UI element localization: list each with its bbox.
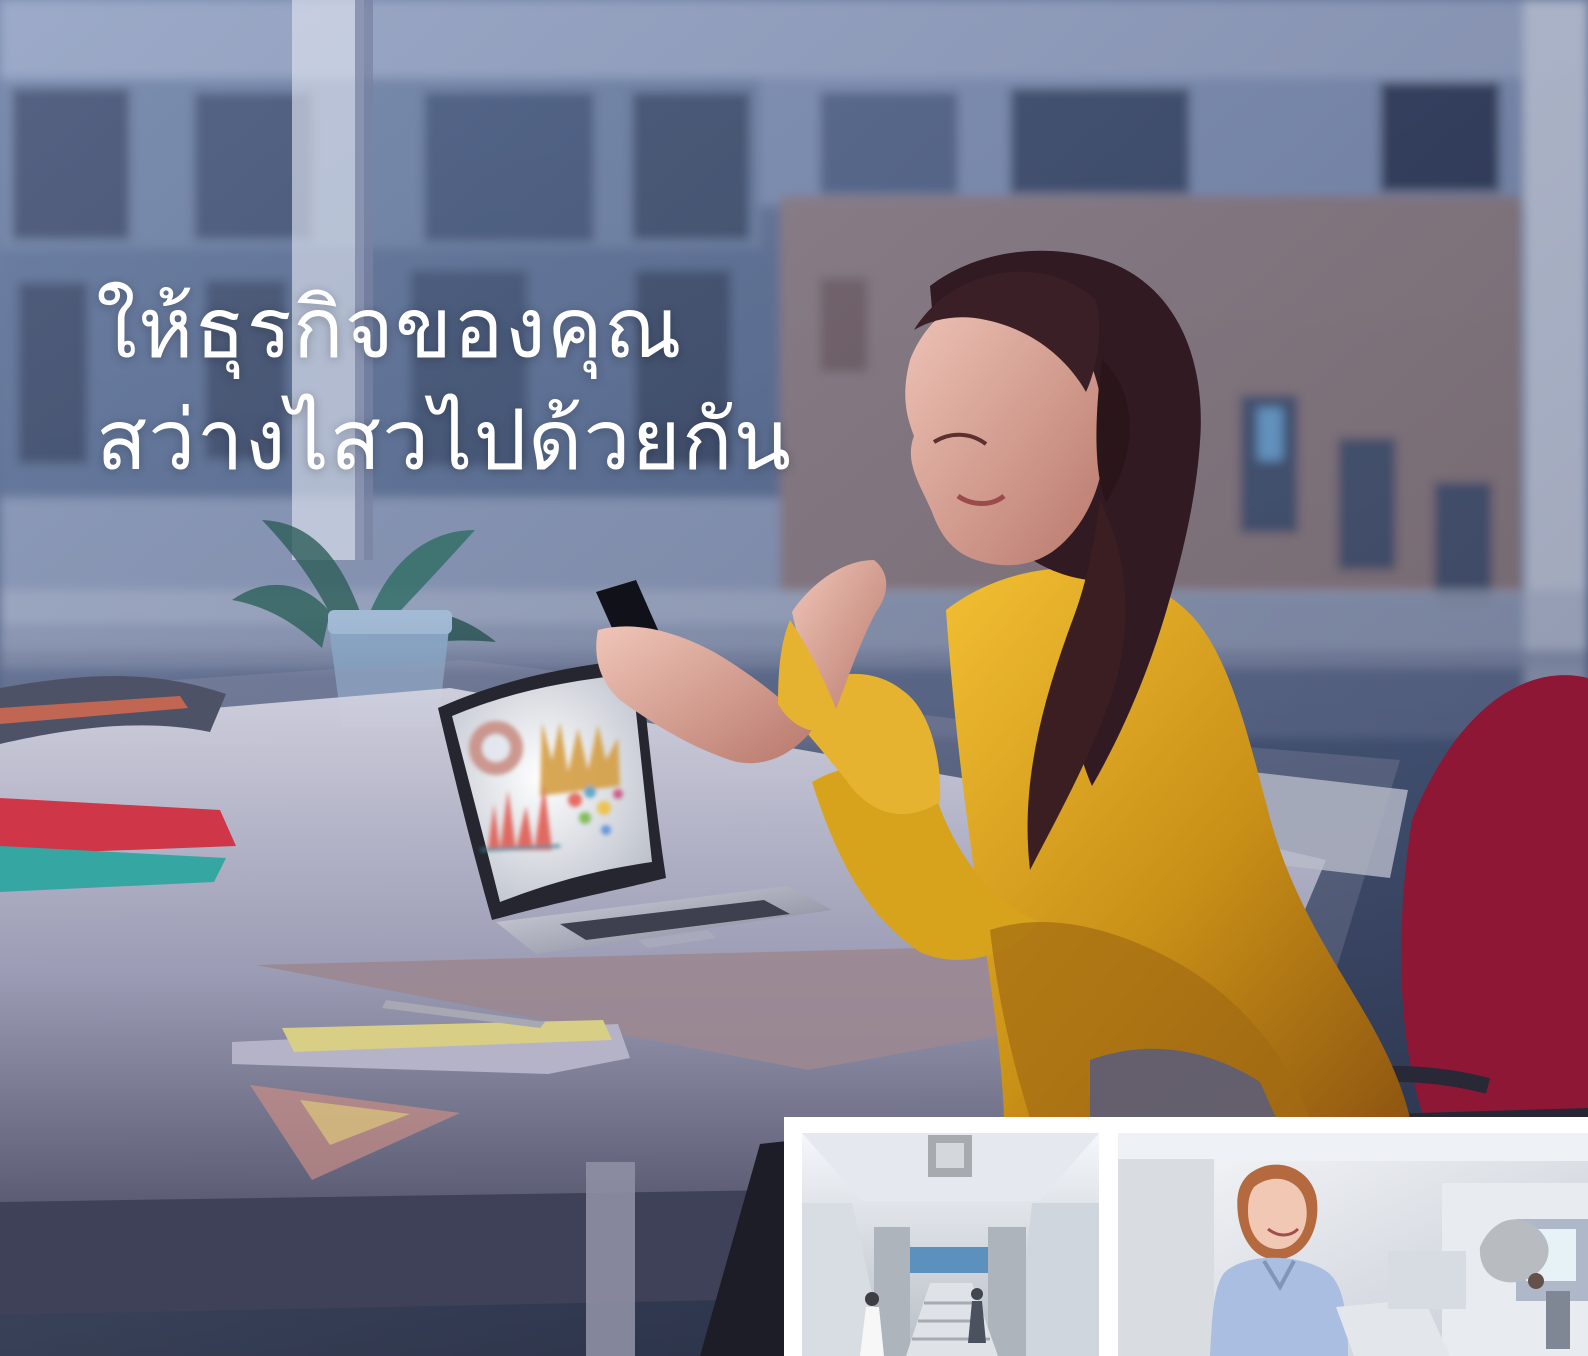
bright-lobby-image <box>802 1133 1099 1356</box>
hero-headline: ให้ธุรกิจของคุณ สว่างไสวไปด้วยกัน <box>96 272 916 496</box>
headline-line-2: สว่างไสวไปด้วยกัน <box>96 391 793 489</box>
headline-line-1: ให้ธุรกิจของคุณ <box>96 279 683 377</box>
office-hero-page: ให้ธุรกิจของคุณ สว่างไสวไปด้วยกัน <box>0 0 1588 1356</box>
thumbnail-strip <box>784 1117 1588 1356</box>
office-worker-thumbnail <box>1118 1133 1588 1356</box>
lobby-thumbnail <box>802 1133 1099 1356</box>
smiling-office-worker-image <box>1118 1133 1588 1356</box>
